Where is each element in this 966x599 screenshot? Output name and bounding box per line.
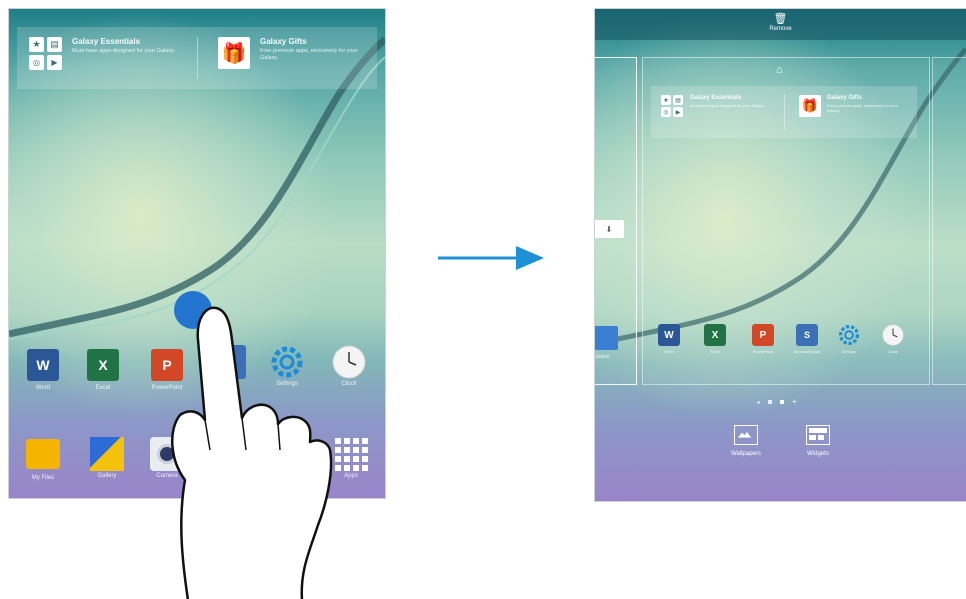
home-screen-edit-mode: 🗑 Remove ⬇ Galaxy ⌂ ★ ▤ ◎ ▶ Galaxy Essen…: [594, 8, 966, 502]
galaxy-essentials-item[interactable]: ★ ▤ ◎ ▶ Galaxy Essentials Must-have apps…: [17, 27, 197, 89]
app-label: Excel: [710, 349, 720, 354]
galaxy-essentials-title: Galaxy Essentials: [72, 37, 141, 46]
settings-icon: [838, 324, 860, 346]
wallpaper-icon: [734, 425, 758, 445]
app-excel[interactable]: X Excel: [701, 324, 729, 354]
app-word[interactable]: W Word: [21, 349, 65, 391]
powerpoint-icon: P: [752, 324, 774, 346]
page-card-current[interactable]: ⌂ ★ ▤ ◎ ▶ Galaxy Essentials Must-have ap…: [642, 57, 930, 385]
galaxy-essentials-title: Galaxy Essentials: [690, 95, 742, 101]
word-icon: W: [658, 324, 680, 346]
galaxy-gifts-item[interactable]: 🎁 Galaxy Gifts Free premium apps, exclus…: [785, 86, 917, 138]
trash-icon: 🗑: [773, 13, 788, 25]
galaxy-essentials-icon: ★ ▤ ◎ ▶: [29, 37, 62, 70]
wallpapers-button[interactable]: Wallpapers: [721, 425, 771, 457]
dock-my-files[interactable]: My Files: [21, 439, 65, 481]
widgets-button[interactable]: Widgets: [795, 425, 841, 457]
galaxy-banner-widget[interactable]: ★ ▤ ◎ ▶ Galaxy Essentials Must-have apps…: [17, 27, 377, 89]
home-icon[interactable]: ⌂: [776, 64, 783, 76]
transition-arrow-icon: [438, 246, 544, 270]
hand-pointer-icon: [170, 306, 333, 599]
add-page-icon[interactable]: ⬇: [595, 220, 624, 238]
galaxy-gifts-title: Galaxy Gifts: [827, 95, 863, 101]
excel-icon: X: [704, 324, 726, 346]
word-icon: W: [27, 349, 59, 381]
galaxy-essentials-desc: Must-have apps designed for your Galaxy.: [72, 48, 175, 54]
gift-icon: 🎁: [218, 37, 250, 69]
app-excel[interactable]: X Excel: [81, 349, 125, 391]
galaxy-gifts-title: Galaxy Gifts: [260, 37, 307, 46]
app-label: PowerPoint: [752, 349, 774, 354]
galaxy-essentials-item[interactable]: ★ ▤ ◎ ▶ Galaxy Essentials Must-have apps…: [651, 86, 784, 138]
galaxy-gifts-desc: Free premium apps, exclusively for your …: [827, 103, 898, 113]
app-label: Clock: [887, 349, 898, 354]
gift-icon: 🎁: [799, 95, 821, 117]
app-label: Galaxy: [594, 354, 610, 360]
dock-gallery[interactable]: Gallery: [85, 437, 129, 479]
page-card-left[interactable]: ⬇ Galaxy: [594, 57, 637, 385]
widgets-label: Widgets: [807, 451, 829, 457]
galaxy-folder-icon[interactable]: [595, 326, 618, 350]
gallery-icon: [90, 437, 124, 471]
page-indicator: +: [757, 398, 797, 406]
remove-label: Remove: [769, 26, 792, 32]
app-label: Excel: [95, 385, 111, 391]
app-word[interactable]: W Word: [655, 324, 683, 354]
microsoft-apps-icon: S: [796, 324, 818, 346]
galaxy-gifts-desc: Free premium apps, exclusively for your …: [260, 48, 358, 61]
app-microsoft-folder[interactable]: S Microsoft Apps: [789, 324, 825, 354]
folder-icon: [26, 439, 60, 469]
galaxy-essentials-desc: Must-have apps designed for your Galaxy.: [690, 103, 765, 108]
app-label: Microsoft Apps: [793, 349, 821, 354]
app-label: Word: [664, 349, 674, 354]
app-settings[interactable]: Settings: [835, 324, 863, 354]
excel-icon: X: [87, 349, 119, 381]
page-card-right[interactable]: [932, 57, 966, 385]
remove-drop-zone[interactable]: 🗑 Remove: [595, 9, 966, 40]
app-powerpoint[interactable]: P PowerPoint: [745, 324, 781, 354]
galaxy-banner-widget[interactable]: ★ ▤ ◎ ▶ Galaxy Essentials Must-have apps…: [651, 86, 917, 138]
app-clock[interactable]: Clock: [879, 324, 907, 354]
app-label: Gallery: [97, 473, 117, 479]
widgets-icon: [806, 425, 830, 445]
galaxy-essentials-icon: ★ ▤ ◎ ▶: [661, 95, 683, 117]
wallpapers-label: Wallpapers: [731, 451, 761, 457]
clock-icon: [882, 324, 904, 346]
galaxy-gifts-item[interactable]: 🎁 Galaxy Gifts Free premium apps, exclus…: [198, 27, 377, 89]
app-label: My Files: [31, 475, 55, 481]
app-label: Word: [35, 385, 51, 391]
app-label: Settings: [841, 349, 857, 354]
